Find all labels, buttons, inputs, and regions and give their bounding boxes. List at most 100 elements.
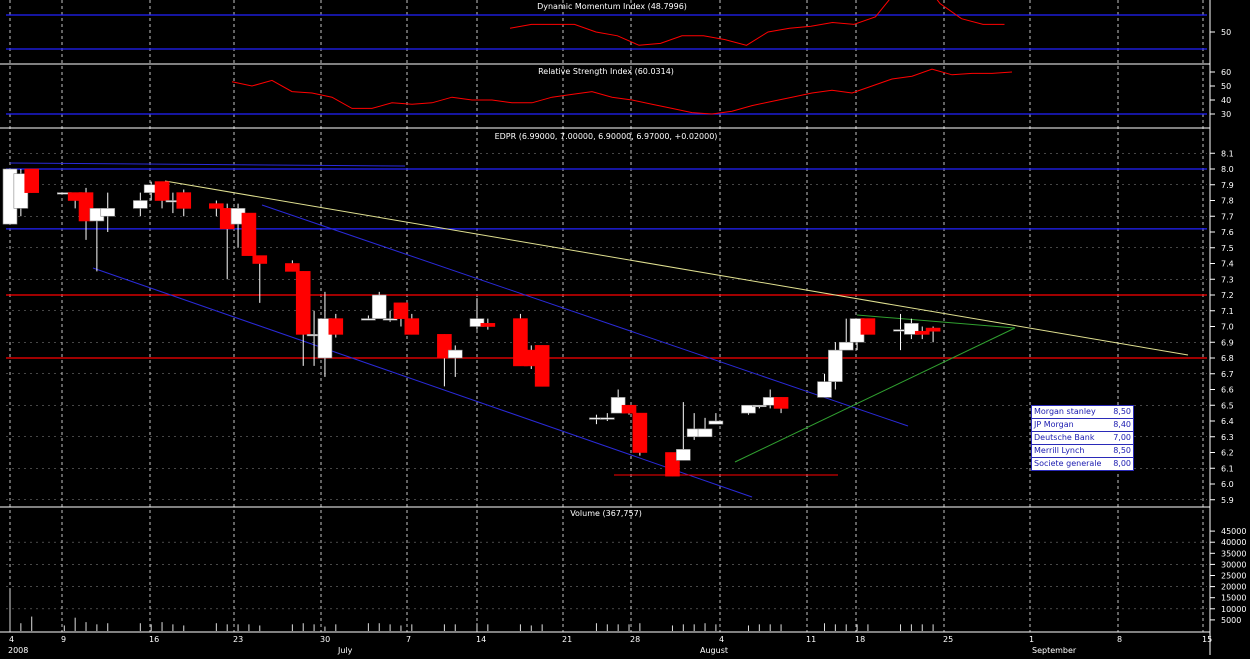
candle-body	[295, 271, 311, 335]
candlestick	[154, 181, 170, 209]
candlestick	[328, 313, 344, 338]
month-label: August	[700, 646, 728, 655]
candle-body	[371, 294, 387, 319]
volume-tick-label: 15000	[1221, 594, 1246, 603]
date-tick-label: 25	[943, 635, 953, 644]
date-tick-label: 11	[806, 635, 816, 644]
price-tick-label: 7.2	[1221, 291, 1234, 300]
volume-layer	[9, 588, 934, 631]
volume-tick-label: 10000	[1221, 605, 1246, 614]
stock-chart: 50 60 50 40 30 8.1 8.0 7.9 7.8 7.7 7.6 7.5 7.4 7.3 7.2…	[0, 0, 1250, 655]
rsi-tick-label: 60	[1221, 68, 1231, 77]
trendline-layer	[9, 162, 1189, 498]
legend-value: 8,50	[1113, 407, 1131, 416]
candlestick	[708, 413, 724, 425]
candle-body	[176, 192, 192, 209]
price-tick-label: 6.2	[1221, 449, 1234, 458]
date-tick-label: 1	[1029, 635, 1034, 644]
legend-value: 8,50	[1113, 446, 1131, 455]
candle-body	[697, 428, 713, 438]
legend-name: JP Morgan	[1034, 420, 1074, 429]
price-tick-label: 7.1	[1221, 307, 1234, 316]
candlestick	[773, 397, 789, 414]
channel-upper-blue	[261, 204, 909, 427]
candlestick	[447, 345, 463, 377]
indicator-layer	[231, 0, 1013, 115]
legend-value: 7,00	[1113, 433, 1131, 442]
candlestick	[437, 334, 452, 387]
date-tick-label: 28	[630, 635, 640, 644]
candle-body	[599, 417, 615, 420]
candlestick	[632, 412, 648, 456]
month-label: 2008	[8, 646, 28, 655]
candle-body	[209, 203, 224, 209]
legend-name: Morgan stanley	[1034, 407, 1096, 416]
price-tick-label: 6.7	[1221, 370, 1234, 379]
candle-body	[24, 168, 40, 193]
dmi-tick-label: 50	[1221, 28, 1231, 37]
candle-body	[676, 449, 691, 461]
date-tick-label: 4	[9, 635, 14, 644]
date-tick-label: 4	[719, 635, 724, 644]
candle-body	[133, 200, 148, 209]
candle-body	[328, 318, 344, 335]
candlestick	[371, 291, 387, 319]
candlestick	[860, 318, 876, 335]
candle-body	[480, 323, 496, 327]
price-tick-label: 6.5	[1221, 401, 1234, 410]
date-tick-label: 23	[233, 635, 243, 644]
candle-body	[285, 263, 300, 272]
legend-name: Merrill Lynch	[1034, 446, 1085, 455]
legend-value: 8,00	[1113, 459, 1131, 468]
volume-tick-label: 45000	[1221, 527, 1246, 536]
candle-body	[828, 349, 843, 382]
date-tick-label: 8	[1117, 635, 1122, 644]
candlestick	[599, 413, 615, 421]
month-label: July	[337, 646, 353, 655]
price-tick-label: 8.0	[1221, 165, 1234, 174]
candle-body	[404, 318, 420, 335]
candlestick	[285, 260, 300, 272]
candle-body	[708, 420, 724, 425]
date-tick-label: 21	[562, 635, 572, 644]
price-tick-label: 7.5	[1221, 244, 1234, 253]
month-label: September	[1032, 646, 1077, 655]
price-tick-label: 6.8	[1221, 354, 1234, 363]
date-tick-label: 7	[406, 635, 411, 644]
legend-value: 8,40	[1113, 420, 1131, 429]
price-tick-label: 7.0	[1221, 323, 1234, 332]
candle-body	[632, 412, 648, 453]
dmi-title: Dynamic Momentum Index (48.7996)	[537, 2, 687, 11]
candlestick	[89, 208, 105, 272]
date-tick-label: 14	[476, 635, 486, 644]
candle-body	[241, 212, 257, 256]
legend-row: Societe generale 8,00	[1032, 458, 1133, 470]
price-tick-label: 7.6	[1221, 228, 1234, 237]
volume-title: Volume (367,757)	[570, 509, 642, 518]
candlestick	[295, 271, 311, 366]
price-tick-label: 6.6	[1221, 386, 1234, 395]
date-tick-label: 9	[61, 635, 66, 644]
volume-tick-label: 25000	[1221, 572, 1246, 581]
rsi-tick-label: 30	[1221, 110, 1231, 119]
price-tick-label: 7.8	[1221, 197, 1234, 206]
candle-body	[925, 327, 941, 332]
candlestick	[176, 189, 192, 217]
price-tick-label: 7.4	[1221, 260, 1234, 269]
candles-layer	[2, 168, 941, 477]
top-channel-line	[9, 162, 406, 167]
rsi-tick-label: 50	[1221, 82, 1231, 91]
legend-name: Deutsche Bank	[1034, 433, 1095, 442]
price-tick-label: 6.1	[1221, 464, 1234, 473]
legend-row: Deutsche Bank 7,00	[1032, 432, 1133, 445]
chart-canvas: 50 60 50 40 30 8.1 8.0 7.9 7.8 7.7 7.6 7.5 7.4 7.3 7.2…	[0, 0, 1246, 655]
candle-body	[773, 397, 789, 409]
price-title: EDPR (6.99000, 7.00000, 6.90000, 6.97000…	[495, 132, 718, 141]
legend-row: Morgan stanley 8,50	[1032, 406, 1133, 419]
uptrend-line-green	[734, 327, 1016, 463]
candle-body	[914, 330, 930, 335]
candlestick	[24, 168, 40, 193]
candle-body	[100, 208, 116, 217]
candlestick	[697, 417, 713, 438]
volume-tick-label: 20000	[1221, 583, 1246, 592]
